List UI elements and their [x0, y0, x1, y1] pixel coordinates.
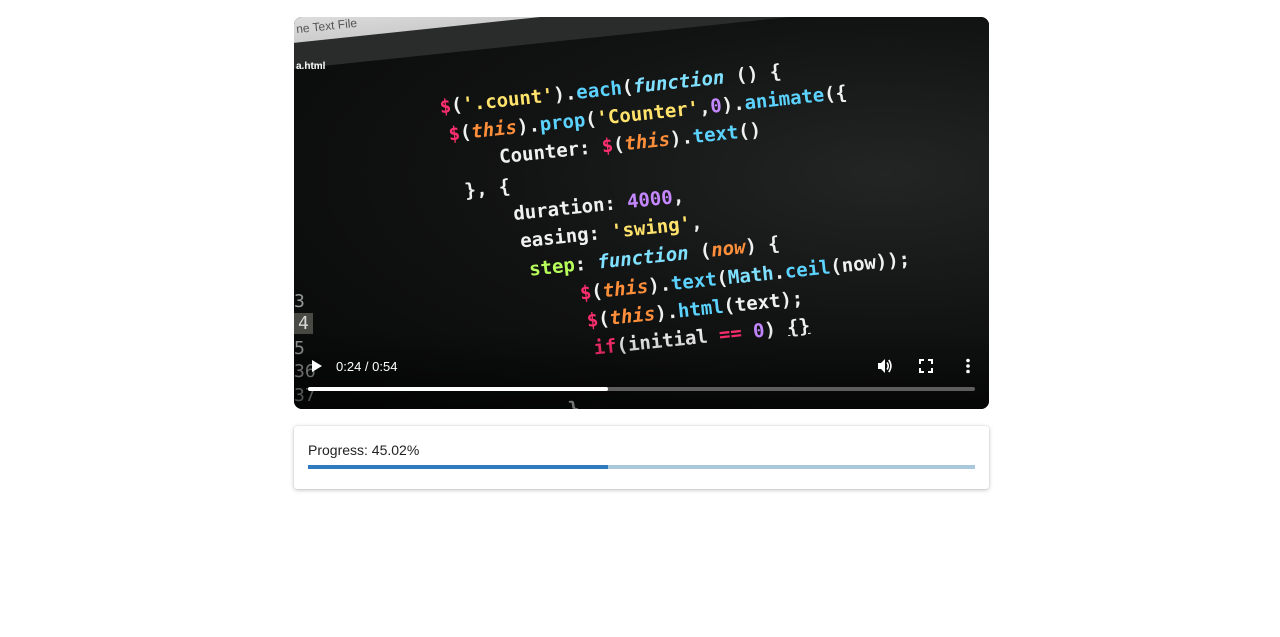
volume-icon	[878, 359, 892, 373]
progress-label: Progress: 45.02%	[308, 442, 420, 458]
play-icon	[312, 360, 322, 372]
fullscreen-button[interactable]	[914, 354, 938, 378]
video-controls-bar: 0:24 / 0:54	[294, 353, 989, 383]
progress-track	[308, 465, 975, 469]
more-options-button[interactable]	[956, 354, 980, 378]
play-button[interactable]	[304, 354, 328, 378]
time-display: 0:24 / 0:54	[336, 359, 398, 374]
seek-bar[interactable]	[308, 387, 975, 391]
gutter-number: 3	[294, 291, 305, 312]
progress-fill	[308, 465, 609, 469]
video-frame: ne Text File a.html 3 4 5 36 37 $('.coun…	[294, 17, 989, 409]
volume-button[interactable]	[873, 354, 897, 378]
video-player[interactable]: ne Text File a.html 3 4 5 36 37 $('.coun…	[294, 17, 989, 409]
seek-bar-played	[308, 387, 609, 391]
more-vert-icon	[966, 358, 970, 374]
progress-card: Progress: 45.02%	[294, 426, 989, 489]
fullscreen-icon	[919, 359, 933, 373]
